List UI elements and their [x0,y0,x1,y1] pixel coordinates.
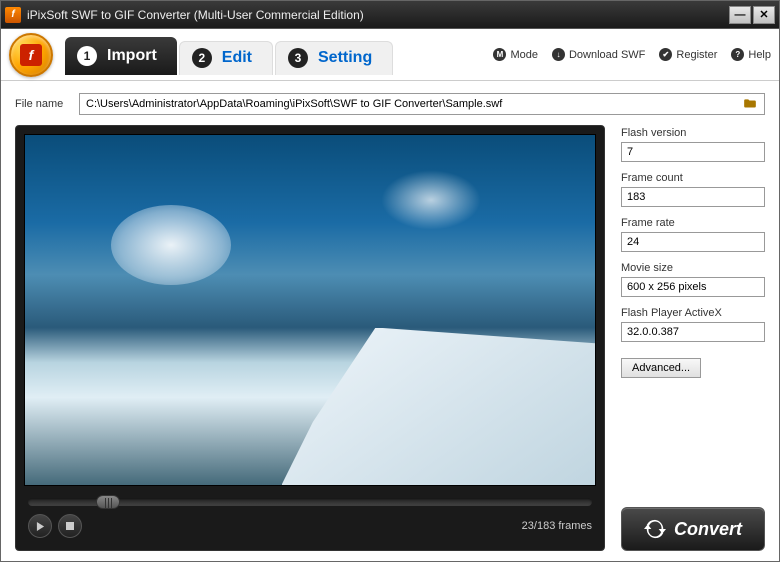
file-path-input[interactable]: C:\Users\Administrator\AppData\Roaming\i… [79,93,765,115]
tabs: 1 Import 2 Edit 3 Setting [65,35,393,75]
mode-button[interactable]: M Mode [493,48,538,61]
seek-slider[interactable] [28,498,592,506]
toolbar: M Mode ↓ Download SWF ✔ Register ? Help [493,48,771,61]
video-preview [24,134,596,486]
mode-icon: M [493,48,506,61]
seek-slider-thumb[interactable] [96,495,120,509]
flash-version-value: 7 [621,142,765,162]
register-icon: ✔ [659,48,672,61]
close-button[interactable]: ✕ [753,6,775,24]
tab-setting[interactable]: 3 Setting [275,41,393,75]
browse-folder-icon[interactable] [742,97,758,111]
activex-value: 32.0.0.387 [621,322,765,342]
movie-size-value: 600 x 256 pixels [621,277,765,297]
file-name-label: File name [15,98,71,110]
movie-size-label: Movie size [621,262,765,274]
tab-import[interactable]: 1 Import [65,37,177,75]
frame-rate-label: Frame rate [621,217,765,229]
mode-label: Mode [510,49,538,61]
tab-setting-label: Setting [318,49,372,67]
window-title: iPixSoft SWF to GIF Converter (Multi-Use… [27,8,727,22]
frame-rate-value: 24 [621,232,765,252]
register-button[interactable]: ✔ Register [659,48,717,61]
convert-button[interactable]: Convert [621,507,765,551]
app-logo-icon: f [9,33,53,77]
download-icon: ↓ [552,48,565,61]
convert-icon [644,518,666,540]
info-panel: Flash version 7 Frame count 183 Frame ra… [621,125,765,551]
tab-edit-label: Edit [222,49,252,67]
titlebar: f iPixSoft SWF to GIF Converter (Multi-U… [1,1,779,29]
tab-import-num: 1 [77,46,97,66]
download-swf-button[interactable]: ↓ Download SWF [552,48,645,61]
preview-area: 23/183 frames [15,125,605,551]
help-label: Help [748,49,771,61]
download-label: Download SWF [569,49,645,61]
help-button[interactable]: ? Help [731,48,771,61]
flash-version-label: Flash version [621,127,765,139]
frame-count-label: Frame count [621,172,765,184]
activex-label: Flash Player ActiveX [621,307,765,319]
register-label: Register [676,49,717,61]
preview-frame: 23/183 frames [15,125,605,551]
advanced-button[interactable]: Advanced... [621,358,701,378]
tab-edit-num: 2 [192,48,212,68]
play-button[interactable] [28,514,52,538]
tab-import-label: Import [107,47,157,65]
tab-edit[interactable]: 2 Edit [179,41,273,75]
player-controls: 23/183 frames [24,514,596,542]
main-area: 23/183 frames Flash version 7 Frame coun… [15,125,765,551]
file-row: File name C:\Users\Administrator\AppData… [15,93,765,115]
content: File name C:\Users\Administrator\AppData… [1,81,779,563]
convert-label: Convert [674,519,742,540]
frame-counter: 23/183 frames [522,520,592,532]
help-icon: ? [731,48,744,61]
header: f 1 Import 2 Edit 3 Setting M Mode ↓ Downl… [1,29,779,81]
tab-setting-num: 3 [288,48,308,68]
frame-count-value: 183 [621,187,765,207]
stop-button[interactable] [58,514,82,538]
minimize-button[interactable]: — [729,6,751,24]
file-path-text: C:\Users\Administrator\AppData\Roaming\i… [86,98,502,110]
app-small-icon: f [5,7,21,23]
